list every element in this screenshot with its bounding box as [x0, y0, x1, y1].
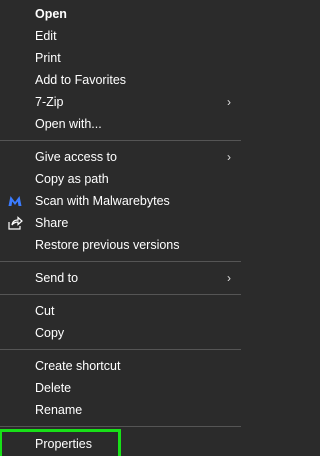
menu-item-edit[interactable]: Edit: [0, 25, 241, 47]
menu-item-label: Open: [35, 7, 67, 21]
menu-item-label: Copy as path: [35, 172, 109, 186]
menu-item-label: Scan with Malwarebytes: [35, 194, 170, 208]
menu-item-add-to-favorites[interactable]: Add to Favorites: [0, 69, 241, 91]
menu-item-rename[interactable]: Rename: [0, 399, 241, 421]
menu-item-scan-malwarebytes[interactable]: Scan with Malwarebytes: [0, 190, 241, 212]
menu-item-open-with[interactable]: Open with...: [0, 113, 241, 135]
chevron-right-icon: ›: [227, 150, 231, 164]
menu-item-label: 7-Zip: [35, 95, 64, 109]
menu-item-copy-as-path[interactable]: Copy as path: [0, 168, 241, 190]
menu-item-delete[interactable]: Delete: [0, 377, 241, 399]
menu-item-label: Open with...: [35, 117, 102, 131]
menu-item-label: Copy: [35, 326, 65, 340]
menu-item-cut[interactable]: Cut: [0, 300, 241, 322]
menu-item-restore-previous-versions[interactable]: Restore previous versions: [0, 234, 241, 256]
menu-item-label: Create shortcut: [35, 359, 121, 373]
menu-item-label: Send to: [35, 271, 79, 285]
menu-item-open[interactable]: Open: [0, 3, 241, 25]
chevron-right-icon: ›: [227, 271, 231, 285]
menu-item-label: Restore previous versions: [35, 238, 180, 252]
menu-item-label: Properties: [35, 437, 92, 451]
menu-item-print[interactable]: Print: [0, 47, 241, 69]
menu-item-copy[interactable]: Copy: [0, 322, 241, 344]
menu-item-send-to[interactable]: Send to ›: [0, 267, 241, 289]
menu-item-label: Give access to: [35, 150, 117, 164]
menu-item-share[interactable]: Share: [0, 212, 241, 234]
chevron-right-icon: ›: [227, 95, 231, 109]
menu-item-7zip[interactable]: 7-Zip ›: [0, 91, 241, 113]
menu-item-label: Edit: [35, 29, 57, 43]
menu-separator: [0, 426, 241, 427]
menu-separator: [0, 349, 241, 350]
menu-item-create-shortcut[interactable]: Create shortcut: [0, 355, 241, 377]
menu-item-label: Rename: [35, 403, 83, 417]
menu-item-give-access-to[interactable]: Give access to ›: [0, 146, 241, 168]
menu-separator: [0, 140, 241, 141]
menu-item-label: Add to Favorites: [35, 73, 127, 87]
menu-item-label: Share: [35, 216, 69, 230]
malwarebytes-icon: [7, 193, 23, 209]
menu-separator: [0, 294, 241, 295]
menu-separator: [0, 261, 241, 262]
menu-item-label: Delete: [35, 381, 72, 395]
menu-item-label: Cut: [35, 304, 55, 318]
context-menu: Open Edit Print Add to Favorites 7-Zip ›…: [0, 0, 241, 456]
menu-item-label: Print: [35, 51, 61, 65]
menu-item-properties[interactable]: Properties: [0, 429, 121, 456]
share-icon: [7, 215, 23, 231]
